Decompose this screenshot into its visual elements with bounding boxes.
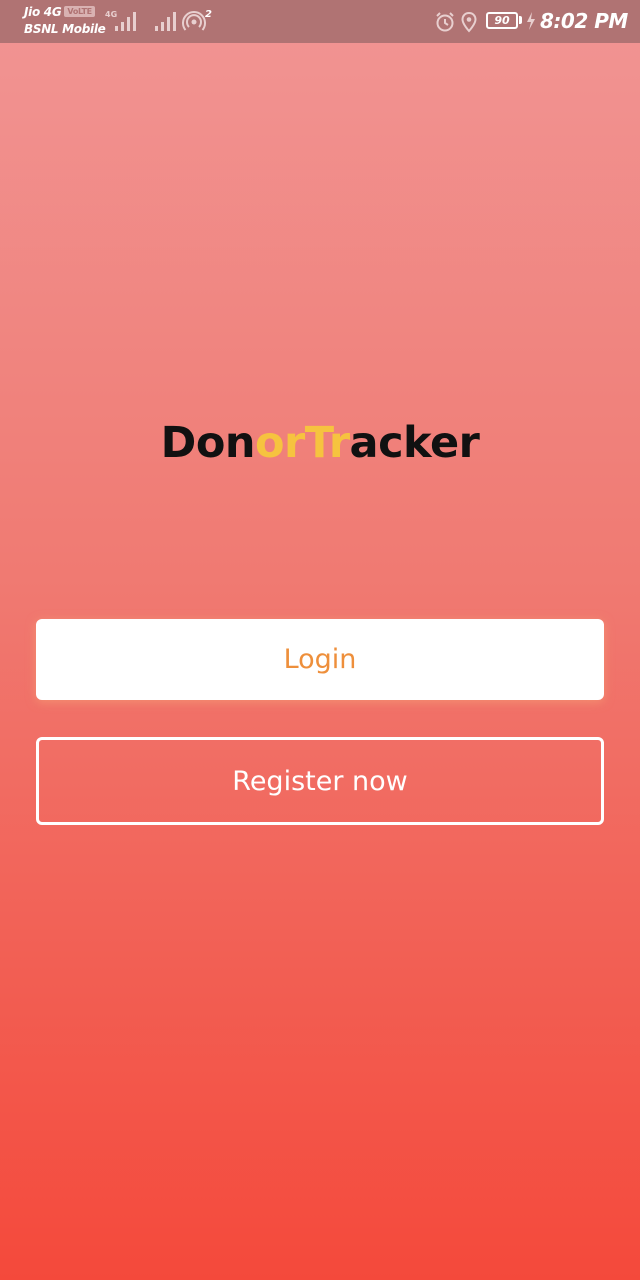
signal-strength-icon [115,12,136,31]
volte-badge: VoLTE [64,6,95,17]
location-icon [461,11,477,33]
logo-part-1: Don [160,418,256,468]
login-button[interactable]: Login [36,619,604,700]
app-logo: DonorTracker [0,418,640,468]
logo-part-3: acker [349,418,480,468]
carrier-info: Jio 4G VoLTE BSNL Mobile [24,4,106,38]
alarm-icon [436,12,454,32]
signal-strength-icon-2 [155,12,176,31]
logo-part-2: orTr [254,418,350,468]
status-bar: Jio 4G VoLTE BSNL Mobile 4G 2 90 8:02 PM [0,0,640,43]
register-button[interactable]: Register now [36,737,604,825]
hotspot-icon [182,11,206,31]
hotspot-count: 2 [205,9,212,20]
carrier-2-label: BSNL Mobile [24,22,106,36]
carrier-1-label: Jio 4G [24,5,62,19]
status-time: 8:02 PM [540,9,628,33]
battery-icon: 90 [486,12,518,29]
battery-level: 90 [494,14,510,27]
charging-icon [527,12,535,30]
battery-cap [519,16,522,24]
